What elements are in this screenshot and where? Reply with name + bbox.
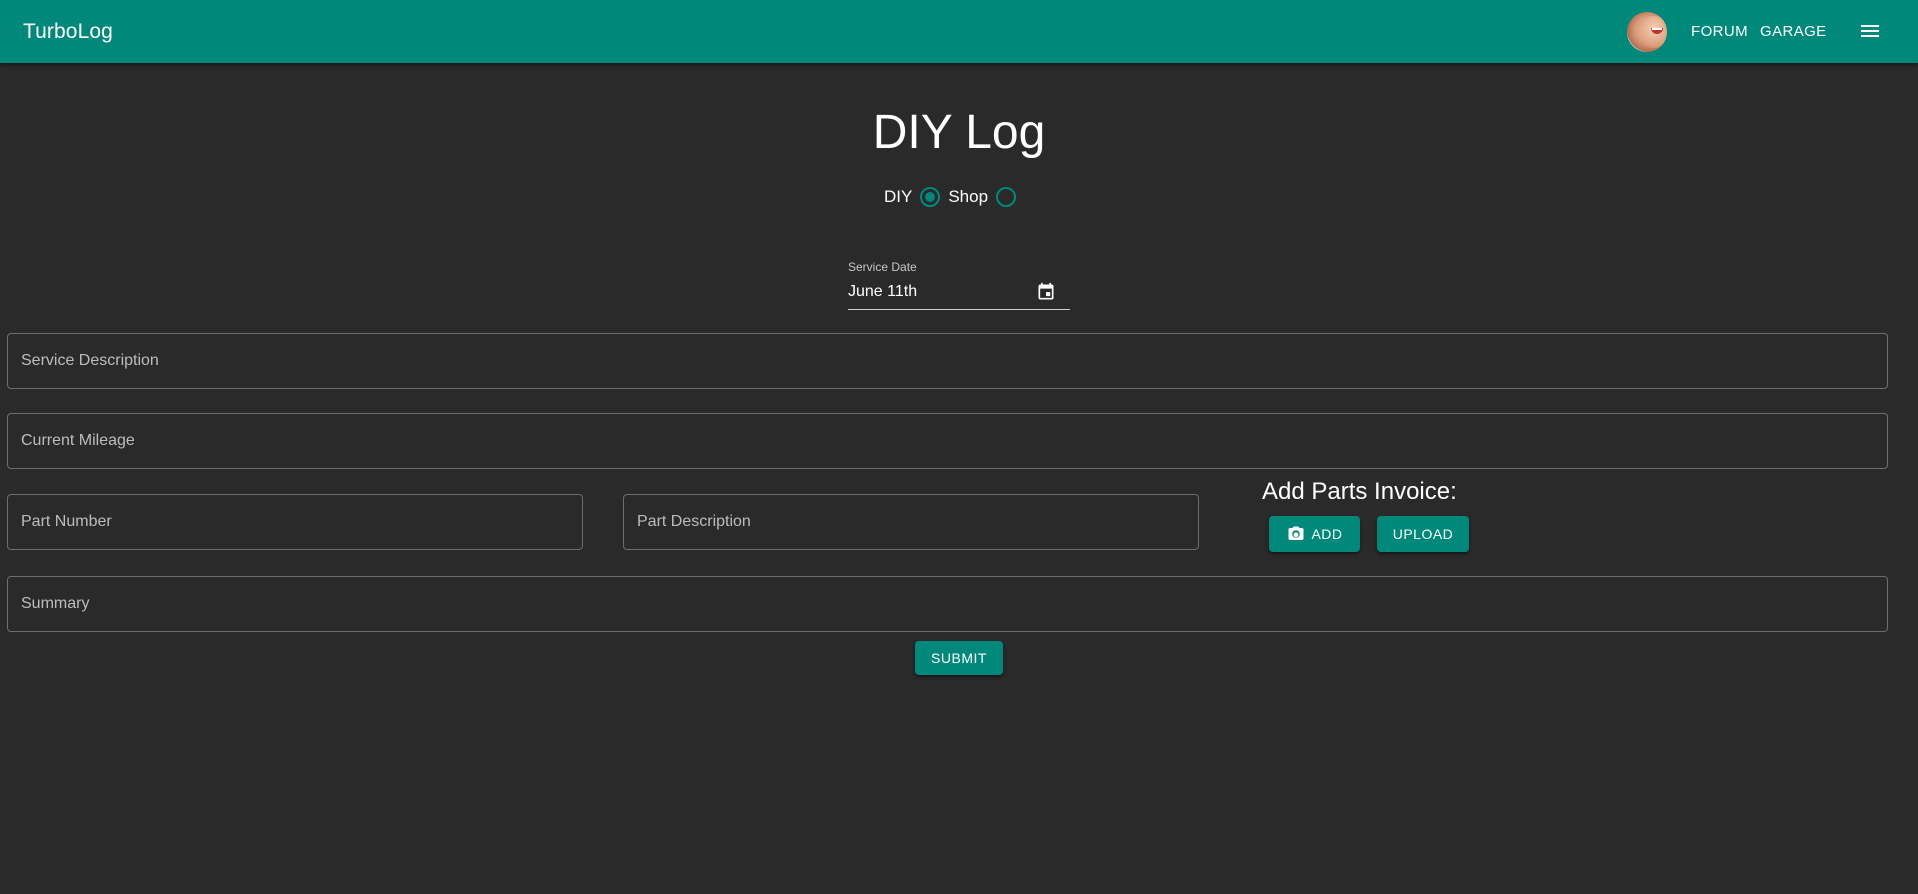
avatar[interactable] [1627, 12, 1667, 52]
page-title: DIY Log [872, 106, 1046, 159]
service-date-field[interactable]: Service Date June 11th [848, 260, 1070, 310]
radio-label-shop: Shop [948, 187, 989, 206]
menu-icon-bar [1861, 30, 1879, 32]
nav-garage-link[interactable]: GARAGE [1760, 23, 1827, 40]
radio-shop[interactable] [996, 187, 1017, 207]
part-description-field[interactable] [623, 494, 1199, 550]
summary-field[interactable] [7, 576, 1888, 632]
add-invoice-button[interactable]: ADD [1269, 516, 1360, 552]
current-mileage-input[interactable] [8, 414, 1887, 468]
menu-icon[interactable] [1860, 22, 1880, 40]
menu-icon-bar [1861, 25, 1879, 27]
add-invoice-label: ADD [1311, 526, 1343, 542]
current-mileage-field[interactable] [7, 413, 1888, 469]
part-number-input[interactable] [8, 495, 582, 549]
avatar-teeth [1652, 28, 1662, 30]
upload-invoice-label: UPLOAD [1392, 526, 1454, 542]
part-description-input[interactable] [624, 495, 1198, 549]
app-brand[interactable]: TurboLog [23, 20, 113, 44]
app-bar: TurboLog FORUM GARAGE [0, 0, 1918, 63]
log-type-radio-group: DIY Shop [884, 185, 1024, 209]
service-description-input[interactable] [8, 334, 1887, 388]
camera-icon [1288, 526, 1304, 540]
upload-invoice-button[interactable]: UPLOAD [1377, 516, 1469, 552]
service-description-field[interactable] [7, 333, 1888, 389]
submit-label: SUBMIT [931, 650, 987, 666]
summary-input[interactable] [8, 577, 1887, 631]
part-number-field[interactable] [7, 494, 583, 550]
calendar-icon[interactable] [1036, 282, 1056, 302]
service-date-label: Service Date [848, 260, 917, 274]
nav-forum-link[interactable]: FORUM [1691, 23, 1748, 40]
service-date-value[interactable]: June 11th [848, 283, 917, 301]
radio-label-diy: DIY [884, 187, 913, 206]
radio-diy[interactable] [920, 187, 941, 207]
invoice-title: Add Parts Invoice: [1262, 478, 1457, 505]
submit-button[interactable]: SUBMIT [915, 641, 1003, 675]
menu-icon-bar [1861, 35, 1879, 37]
